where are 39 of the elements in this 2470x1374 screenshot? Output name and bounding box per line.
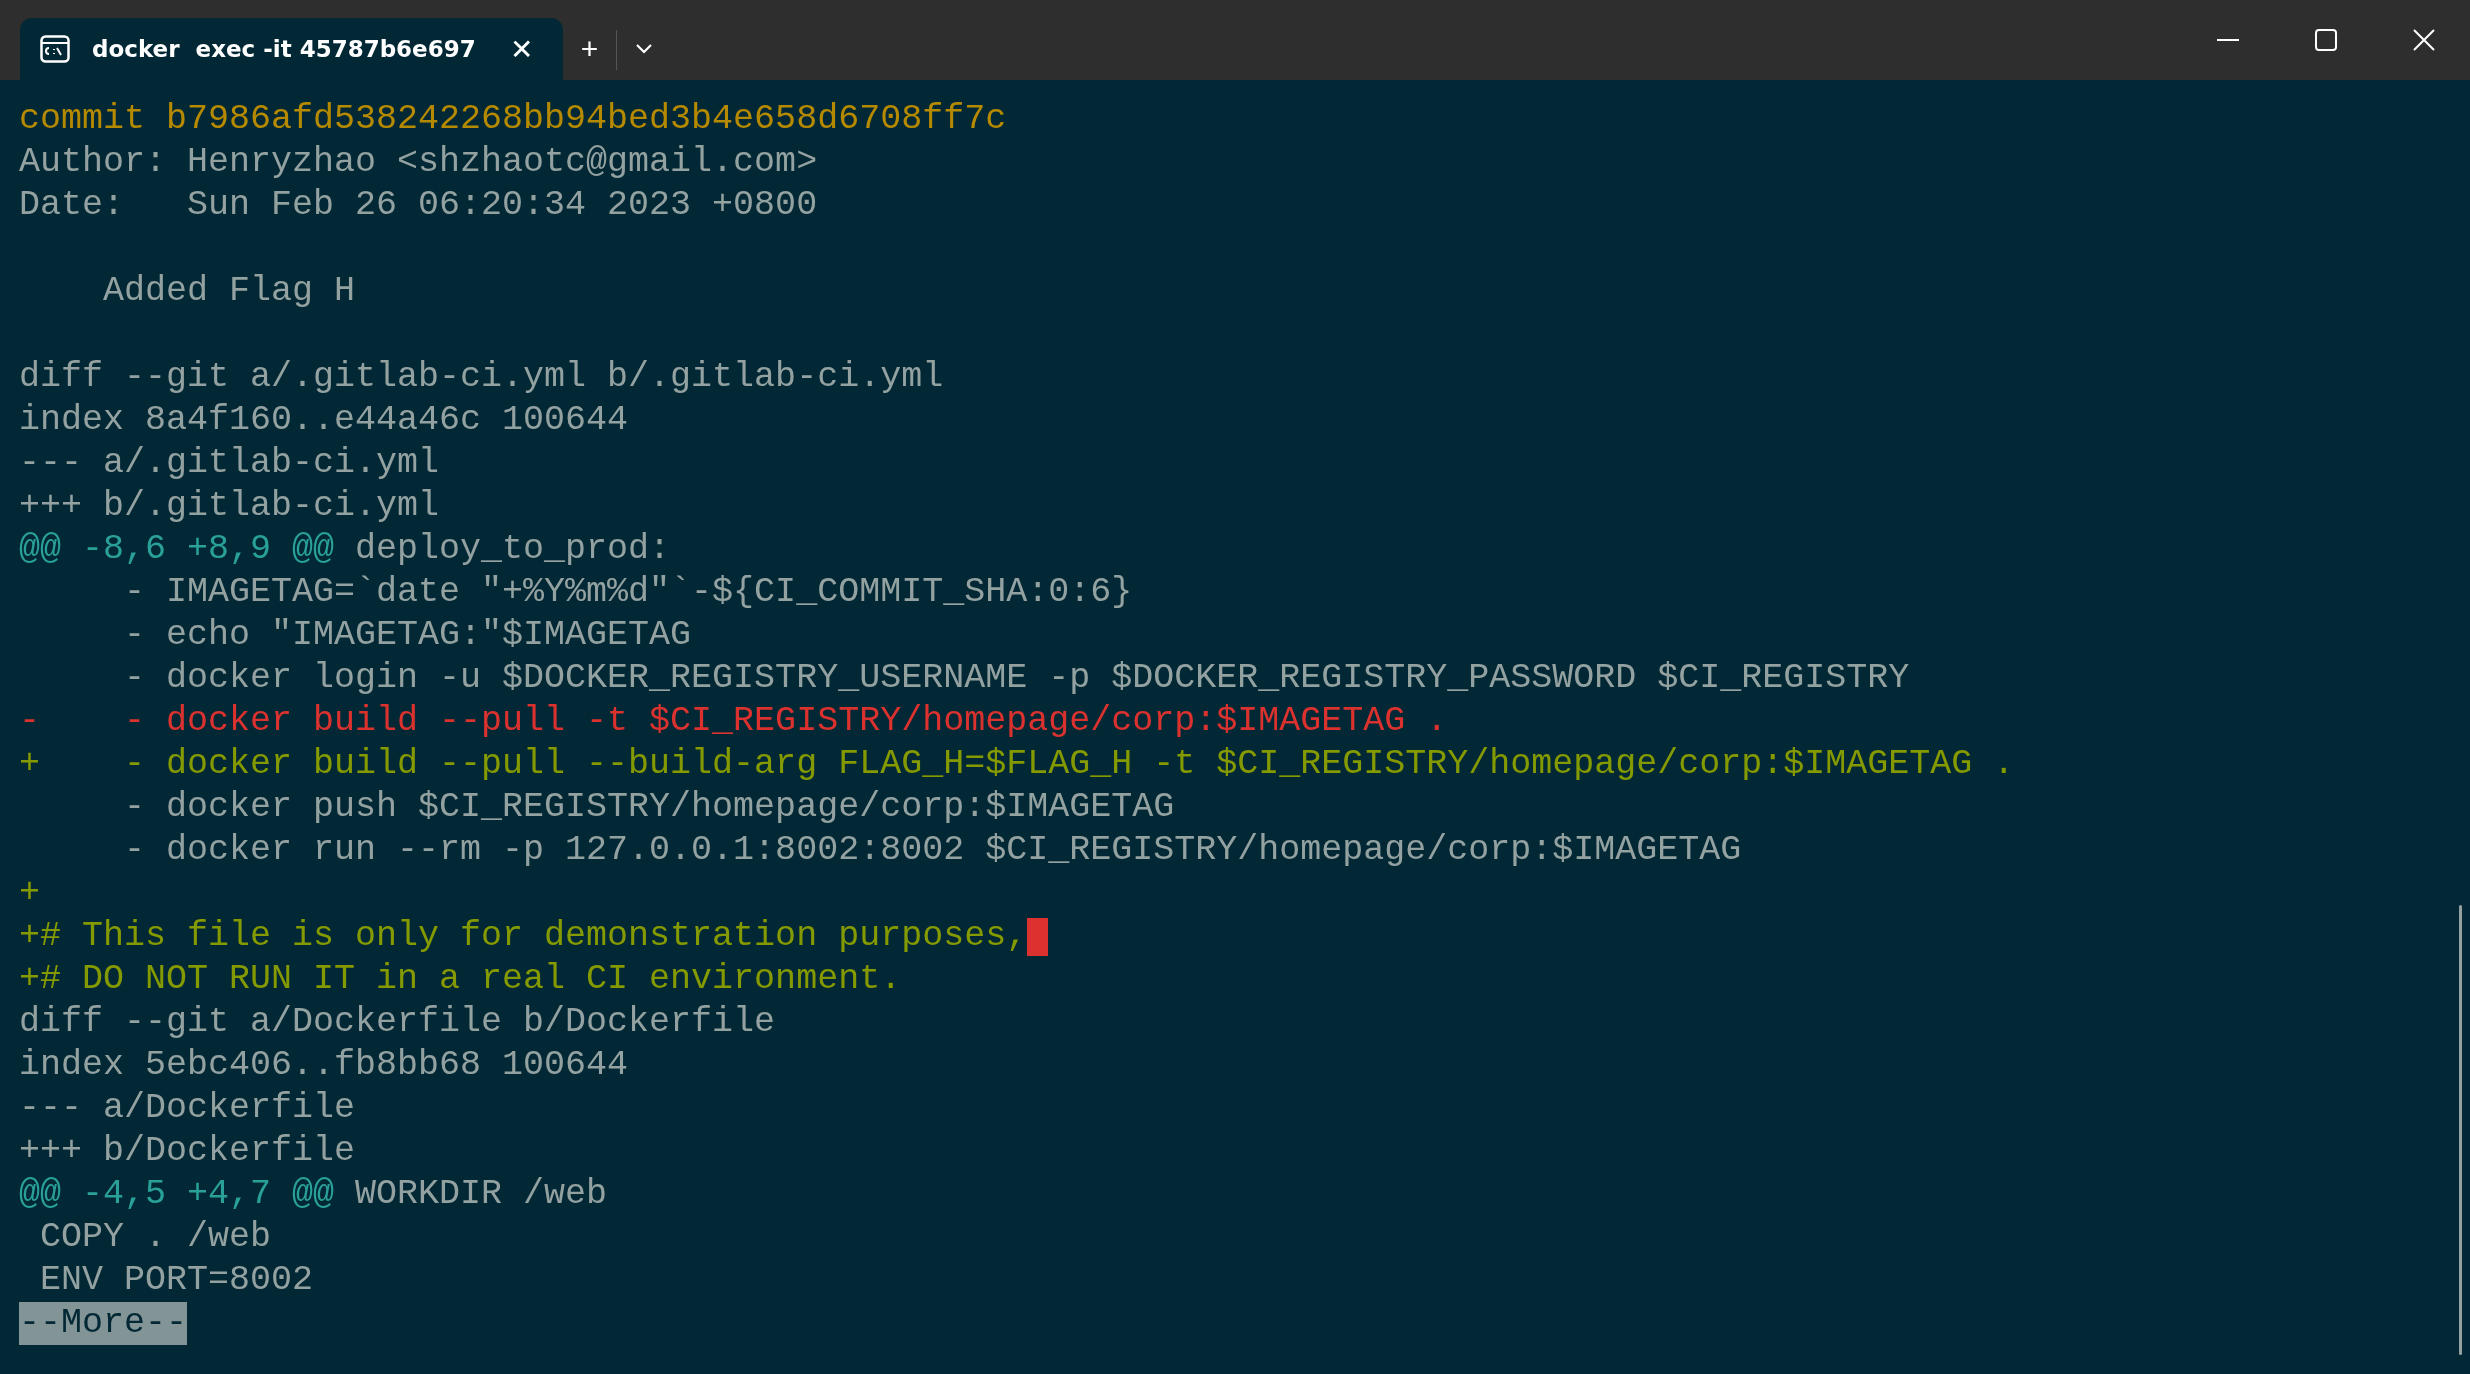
more-prompt: --More--	[19, 1302, 188, 1345]
added-line: +# DO NOT RUN IT in a real CI environment.	[19, 958, 902, 1001]
tab-title: docker exec -it 45787b6e697	[92, 36, 476, 62]
terminal-text: - echo "IMAGETAG:"$IMAGETAG	[123, 614, 692, 657]
terminal-text: Added Flag H	[102, 270, 356, 313]
terminal-text: --- a/Dockerfile	[19, 1087, 356, 1130]
terminal-text: Author: Henryzhao <shzhaotc@gmail.com>	[19, 141, 818, 184]
terminal-text: deploy_to_prod:	[354, 528, 671, 571]
hunk-header: @@ -8,6 +8,9 @@	[19, 528, 335, 571]
terminal-tab[interactable]: docker exec -it 45787b6e697 ✕	[20, 18, 563, 80]
hunk-header: @@ -4,5 +4,7 @@	[19, 1173, 335, 1216]
terminal-text: diff --git a/.gitlab-ci.yml b/.gitlab-ci.yml	[19, 356, 944, 399]
terminal-text: diff --git a/Dockerfile b/Dockerfile	[19, 1001, 776, 1044]
added-line: +# This file is only for demonstration purposes,	[19, 915, 1028, 958]
removed-line: - - docker build --pull -t $CI_REGISTRY/homepage/corp:$IMAGETAG .	[19, 700, 1448, 743]
terminal-text: - docker push $CI_REGISTRY/homepage/corp:$IMAGETAG	[123, 786, 1175, 829]
terminal-text: index 8a4f160..e44a46c 100644	[19, 399, 629, 442]
terminal-text: --- a/.gitlab-ci.yml	[19, 442, 440, 485]
new-tab-button[interactable]: +	[568, 24, 611, 74]
terminal-text: Date: Sun Feb 26 06:20:34 2023 +0800	[19, 184, 818, 227]
minimize-icon	[2217, 38, 2239, 42]
added-line: + - docker build --pull --build-arg FLAG_H=$FLAG_H -t $CI_REGISTRY/homepage/corp:$IMAGETAG .	[19, 743, 2015, 786]
terminal-text: WORKDIR /web	[354, 1173, 608, 1216]
terminal-text: - IMAGETAG=`date "+%Y%m%d"`-${CI_COMMIT_SHA:0:6}	[123, 571, 1133, 614]
terminal-icon	[40, 35, 70, 63]
chevron-down-icon	[635, 43, 654, 55]
close-tab-button[interactable]: ✕	[497, 24, 545, 74]
commit-hash-line: commit b7986afd538242268bb94bed3b4e658d6708ff7c	[19, 98, 1007, 141]
maximize-icon	[2315, 29, 2337, 51]
added-line: +	[19, 872, 40, 915]
terminal-text: - docker run --rm -p 127.0.0.1:8002:8002 $CI_REGISTRY/homepage/corp:$IMAGETAG	[123, 829, 1742, 872]
terminal-text: index 5ebc406..fb8bb68 100644	[19, 1044, 629, 1087]
terminal-text: +++ b/.gitlab-ci.yml	[19, 485, 440, 528]
terminal-text: ENV PORT=8002	[39, 1259, 314, 1302]
terminal-text: +++ b/Dockerfile	[19, 1130, 356, 1173]
terminal-text: - docker login -u $DOCKER_REGISTRY_USERNAME -p $DOCKER_REGISTRY_PASSWORD $CI_REGISTRY	[123, 657, 1910, 700]
terminal-text: COPY . /web	[39, 1216, 272, 1259]
scrollbar-thumb[interactable]	[2459, 905, 2462, 1355]
close-icon	[2413, 29, 2435, 51]
